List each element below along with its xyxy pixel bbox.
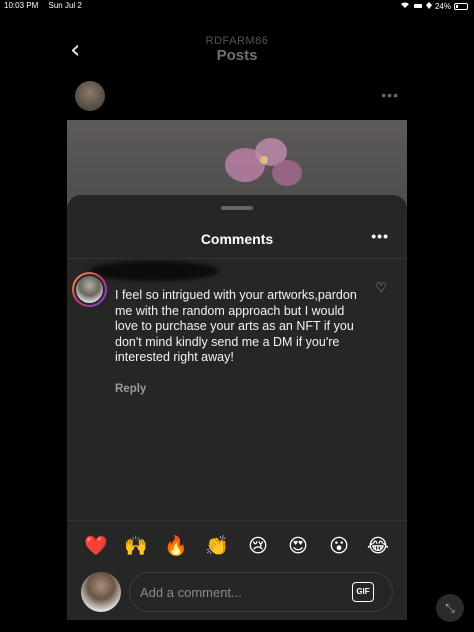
battery-percent: 24% <box>434 1 451 11</box>
shrink-arrows-icon[interactable]: ⤡ <box>436 594 464 622</box>
status-right: 24% <box>400 1 468 11</box>
commenter-name-redacted <box>89 261 219 281</box>
post-author-avatar[interactable] <box>75 81 105 111</box>
status-time: 10:03 PM <box>4 1 39 10</box>
post-author-name-redacted <box>115 89 119 104</box>
reaction-laugh[interactable]: 😂 <box>363 532 393 560</box>
quick-reactions-bar: ❤️ 🙌 🔥 👏 😢 😍 😮 😂 <box>67 532 407 562</box>
comments-sheet: Comments ••• I feel so intrigued with yo… <box>67 195 407 620</box>
comment-text: I feel so intrigued with your artworks,p… <box>115 288 357 364</box>
page-header: ‹ RDFARM86 Posts <box>0 30 474 70</box>
ellipsis-icon[interactable]: ••• <box>381 87 399 103</box>
wifi-icon <box>400 1 410 11</box>
reaction-crying[interactable]: 😢 <box>243 532 273 560</box>
sheet-title: Comments <box>200 231 274 247</box>
orchid-center <box>260 156 268 164</box>
post-header: ••• <box>75 80 405 112</box>
reaction-clap[interactable]: 👏 <box>202 532 232 560</box>
reply-button[interactable]: Reply <box>115 383 146 395</box>
signal-icon <box>425 1 432 11</box>
commenter-avatar[interactable] <box>72 272 107 307</box>
comment-input[interactable] <box>140 582 340 602</box>
gif-button[interactable]: GIF <box>352 582 374 602</box>
divider <box>67 258 407 259</box>
header-username: RDFARM86 <box>205 35 269 47</box>
reaction-raised-hands[interactable]: 🙌 <box>121 532 151 560</box>
current-user-avatar <box>81 572 121 612</box>
reaction-wow[interactable]: 😮 <box>324 532 354 560</box>
status-left: 10:03 PM Sun Jul 2 <box>4 1 90 10</box>
comment-composer: GIF <box>129 572 393 612</box>
car-icon <box>413 2 423 11</box>
status-bar: 10:03 PM Sun Jul 2 24% <box>0 0 474 12</box>
divider <box>67 520 407 521</box>
heart-outline-icon[interactable]: ♡ <box>375 281 387 296</box>
orchid-petal <box>272 160 302 186</box>
ellipsis-icon[interactable]: ••• <box>371 228 389 244</box>
status-date: Sun Jul 2 <box>48 1 82 10</box>
sheet-grabber[interactable] <box>221 206 253 210</box>
reaction-heart[interactable]: ❤️ <box>81 532 111 560</box>
page-title: Posts <box>216 47 258 64</box>
battery-icon <box>454 2 468 10</box>
reaction-heart-eyes[interactable]: 😍 <box>283 532 313 560</box>
avatar <box>76 276 103 303</box>
reaction-fire[interactable]: 🔥 <box>161 532 191 560</box>
avatar-ring-inner <box>74 274 105 305</box>
